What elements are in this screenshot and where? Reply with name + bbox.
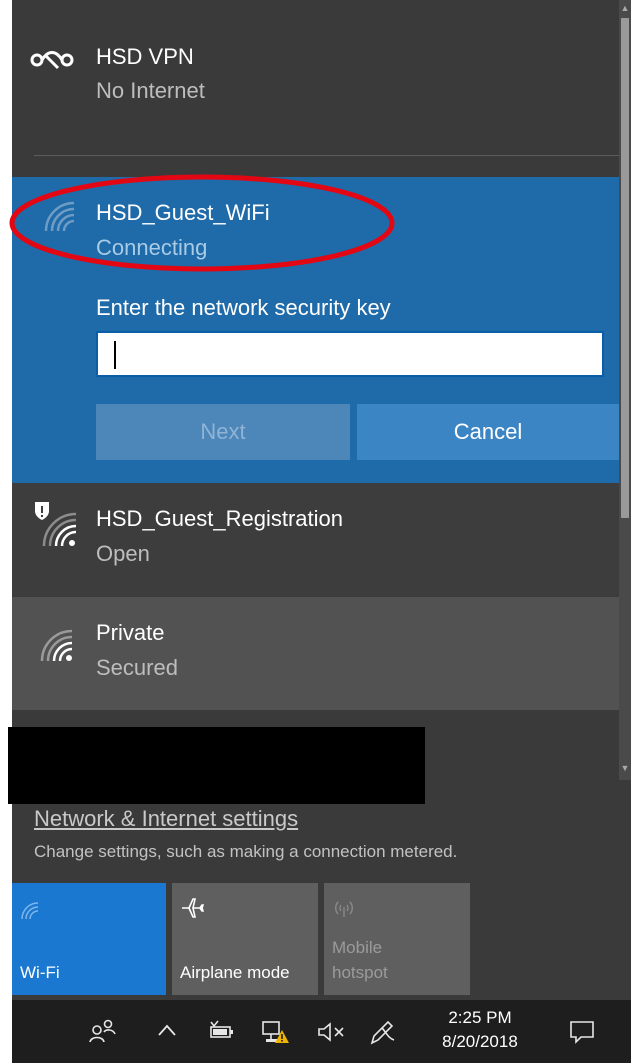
network-settings-link[interactable]: Network & Internet settings	[34, 806, 298, 832]
annotation-circle	[9, 174, 395, 272]
hotspot-icon	[335, 901, 353, 917]
network-item-registration[interactable]: HSD_Guest_Registration Open	[12, 483, 619, 596]
taskbar: 2:25 PM 8/20/2018	[12, 1000, 631, 1063]
wifi-icon	[21, 902, 39, 920]
clock[interactable]: 2:25 PM 8/20/2018	[430, 1006, 530, 1054]
tile-label: Mobile	[332, 938, 383, 957]
text-caret	[114, 341, 116, 369]
wifi-toggle-tile[interactable]: Wi-Fi	[12, 883, 166, 995]
chevron-up-icon[interactable]	[158, 1024, 176, 1036]
network-item-private[interactable]: Private Secured	[12, 597, 619, 710]
network-name: Private	[96, 620, 165, 645]
pen-icon[interactable]	[368, 1018, 396, 1046]
battery-icon[interactable]	[208, 1020, 234, 1040]
tile-label: Wi-Fi	[20, 963, 60, 982]
network-warning-icon[interactable]	[262, 1020, 290, 1044]
airplane-icon	[182, 898, 204, 918]
clock-time: 2:25 PM	[448, 1008, 512, 1027]
network-settings-description: Change settings, such as making a connec…	[34, 842, 458, 861]
action-center-icon[interactable]	[569, 1020, 595, 1044]
network-status: Open	[96, 541, 150, 566]
wifi-secured-icon	[40, 629, 73, 662]
security-key-input[interactable]	[96, 331, 604, 377]
wifi-shield-icon	[35, 502, 77, 547]
redacted-area	[8, 727, 425, 804]
volume-muted-icon[interactable]	[317, 1022, 345, 1042]
tile-label: Airplane mode	[180, 963, 290, 982]
people-icon[interactable]	[88, 1018, 116, 1044]
tile-label: hotspot	[332, 963, 388, 982]
airplane-mode-tile[interactable]: Airplane mode	[172, 883, 318, 995]
next-button[interactable]: Next	[96, 404, 350, 460]
clock-date: 8/20/2018	[442, 1032, 518, 1051]
cancel-button[interactable]: Cancel	[357, 404, 619, 460]
network-name: HSD_Guest_Registration	[96, 506, 344, 531]
network-status: Secured	[96, 655, 178, 680]
scroll-down-icon[interactable]: ▼	[619, 760, 631, 776]
mobile-hotspot-tile[interactable]: Mobile hotspot	[324, 883, 470, 995]
